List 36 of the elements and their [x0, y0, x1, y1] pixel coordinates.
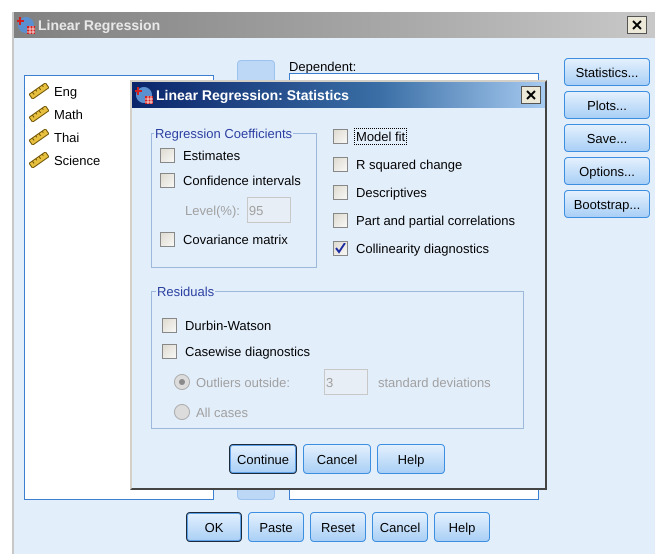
variable-item[interactable]: Eng: [53, 84, 78, 98]
checkbox-label: Casewise diagnostics: [184, 344, 312, 359]
group-title: Regression Coefficients: [154, 126, 294, 141]
action-button[interactable]: Cancel: [372, 512, 428, 542]
radio-label: All cases: [195, 404, 250, 420]
checkbox-label: Durbin-Watson: [184, 318, 272, 333]
dialog-button[interactable]: Plots...: [564, 91, 650, 119]
action-button[interactable]: Reset: [310, 512, 366, 542]
checkbox-label: R squared change: [355, 157, 464, 172]
variable-item[interactable]: Thai: [53, 130, 80, 144]
dialog-button[interactable]: Bootstrap...: [564, 190, 650, 218]
dialog-button[interactable]: Cancel: [303, 444, 371, 474]
dialog-title: Linear Regression: Statistics: [156, 87, 350, 103]
dialog-button[interactable]: Help: [377, 444, 445, 474]
group-title: Residuals: [156, 284, 216, 299]
action-button[interactable]: OK: [186, 512, 242, 542]
checkbox-label: Confidence intervals: [182, 173, 302, 188]
checkbox-label: Covariance matrix: [182, 232, 289, 247]
checkbox-label: Descriptives: [355, 185, 428, 200]
dialog-button[interactable]: Save...: [564, 124, 650, 152]
variable-item[interactable]: Science: [53, 152, 102, 168]
checkbox-label: Collinearity diagnostics: [355, 241, 490, 256]
action-button[interactable]: Paste: [248, 512, 304, 542]
variable-item[interactable]: Math: [53, 106, 84, 122]
window-title: Linear Regression: [38, 17, 162, 33]
checkbox-label: Part and partial correlations: [355, 213, 516, 228]
checkbox-label: Estimates: [182, 148, 242, 163]
dialog-button[interactable]: Statistics...: [564, 58, 650, 86]
action-button[interactable]: Help: [434, 512, 490, 542]
checkbox-label: Model fit: [355, 129, 406, 144]
unit-label: standard deviations: [376, 374, 492, 390]
dialog-button[interactable]: Continue: [229, 444, 297, 474]
field-label: Dependent:: [289, 60, 356, 73]
field-label: Level(%):: [184, 202, 241, 218]
radio-label: Outliers outside:: [195, 374, 291, 390]
dialog-button[interactable]: Options...: [564, 157, 650, 185]
